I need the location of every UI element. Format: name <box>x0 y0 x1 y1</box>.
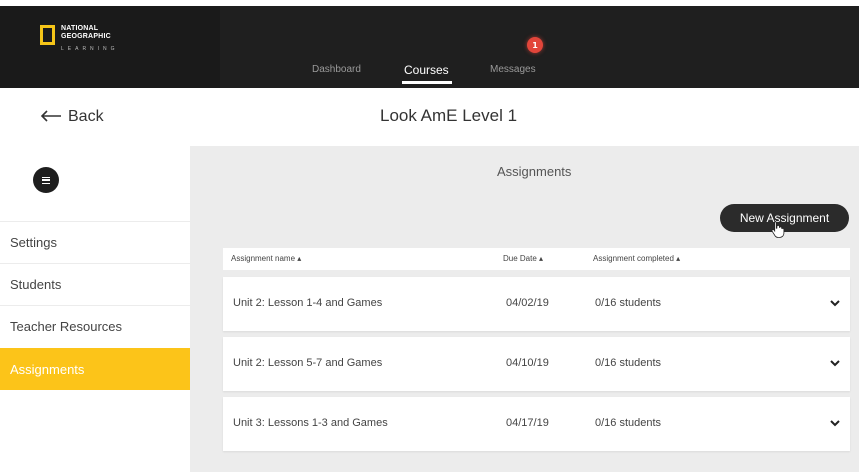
sidebar-menu-button[interactable] <box>33 167 59 193</box>
table-header: Assignment name ▴ Due Date ▴ Assignment … <box>223 248 850 270</box>
sidebar-item-label: Teacher Resources <box>10 319 122 334</box>
assignment-name: Unit 2: Lesson 1-4 and Games <box>233 297 383 309</box>
logo-yellow-frame-icon <box>40 25 55 45</box>
back-label: Back <box>68 107 104 125</box>
completion-count: 0/16 students <box>595 417 662 429</box>
nav-dashboard[interactable]: Dashboard <box>312 64 361 75</box>
chevron-down-icon[interactable] <box>829 418 841 428</box>
nav-courses[interactable]: Courses <box>404 63 449 77</box>
nav-active-indicator <box>402 81 452 84</box>
hamburger-icon <box>42 176 50 184</box>
sidebar-item-students[interactable]: Students <box>0 263 190 305</box>
chevron-down-icon[interactable] <box>829 358 841 368</box>
national-geographic-logo[interactable]: NATIONAL GEOGRAPHIC LEARNING <box>40 25 119 53</box>
logo-text: NATIONAL GEOGRAPHIC LEARNING <box>61 25 119 53</box>
due-date: 04/17/19 <box>506 417 549 429</box>
table-row[interactable]: Unit 2: Lesson 1-4 and Games 04/02/19 0/… <box>223 277 850 331</box>
left-arrow-icon <box>40 106 62 127</box>
sidebar-item-label: Assignments <box>10 361 85 377</box>
due-date: 04/10/19 <box>506 357 549 369</box>
nav-messages[interactable]: Messages <box>490 64 536 75</box>
logo-line-1: NATIONAL <box>61 25 99 32</box>
sidebar-item-teacher-resources[interactable]: Teacher Resources <box>0 305 190 347</box>
table-row[interactable]: Unit 3: Lessons 1-3 and Games 04/17/19 0… <box>223 397 850 451</box>
section-title: Assignments <box>497 164 572 179</box>
sidebar-item-label: Students <box>10 277 62 292</box>
completion-count: 0/16 students <box>595 297 662 309</box>
assignment-name: Unit 2: Lesson 5-7 and Games <box>233 357 383 369</box>
column-header-due-date[interactable]: Due Date ▴ <box>503 254 543 263</box>
sidebar-item-settings[interactable]: Settings <box>0 221 190 263</box>
chevron-down-icon[interactable] <box>829 298 841 308</box>
table-row[interactable]: Unit 2: Lesson 5-7 and Games 04/10/19 0/… <box>223 337 850 391</box>
hand-pointer-icon <box>771 221 785 238</box>
due-date: 04/02/19 <box>506 297 549 309</box>
sidebar-item-assignments[interactable]: Assignments <box>0 348 190 390</box>
page-title: Look AmE Level 1 <box>380 106 518 125</box>
assignment-name: Unit 3: Lessons 1-3 and Games <box>233 417 388 429</box>
messages-badge[interactable]: 1 <box>527 37 543 53</box>
logo-line-2: GEOGRAPHIC <box>61 33 111 40</box>
completion-count: 0/16 students <box>595 357 662 369</box>
sidebar-item-label: Settings <box>10 235 57 250</box>
back-button[interactable]: Back <box>40 106 104 127</box>
logo-line-3: LEARNING <box>61 46 119 52</box>
column-header-assignment-completed[interactable]: Assignment completed ▴ <box>593 254 680 263</box>
column-header-assignment-name[interactable]: Assignment name ▴ <box>231 254 301 263</box>
